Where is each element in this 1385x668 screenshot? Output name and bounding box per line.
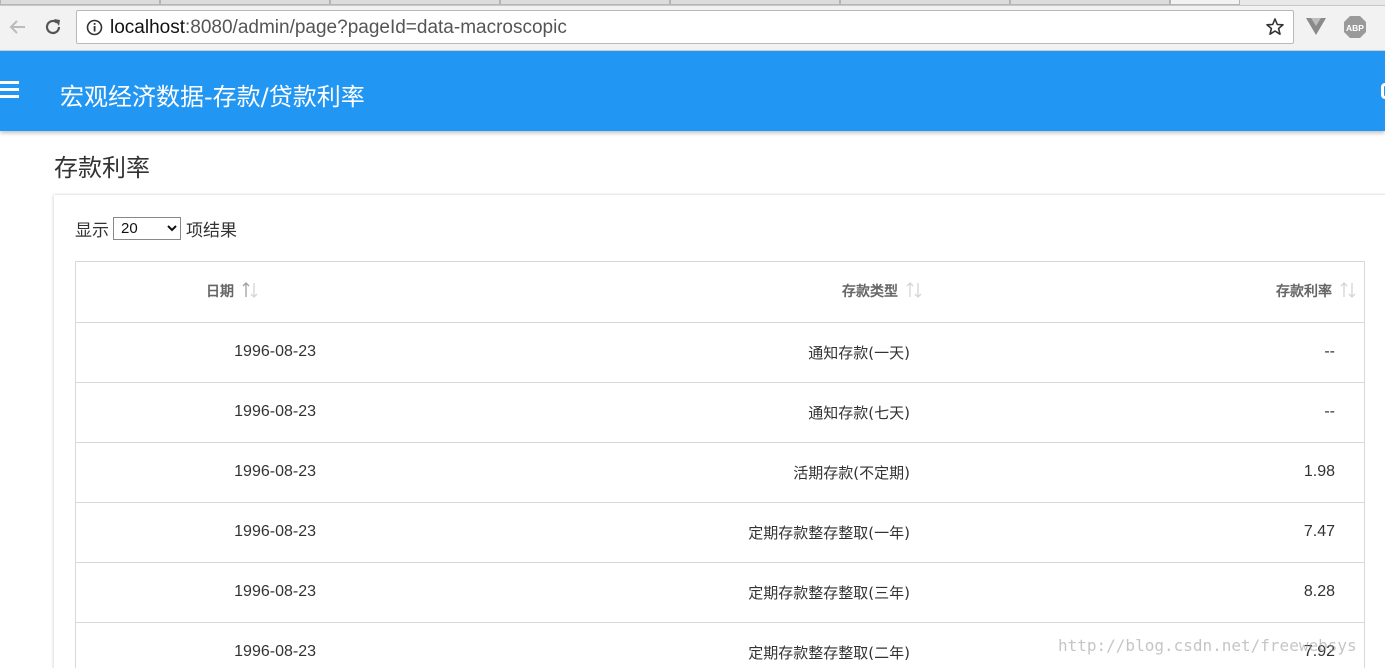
cell-deposit-type: 通知存款(一天): [316, 322, 1148, 383]
cell-date: 1996-08-23: [76, 442, 316, 503]
cell-deposit-rate: --: [1148, 322, 1364, 383]
cell-deposit-rate: 7.47: [1148, 502, 1364, 563]
browser-tab[interactable]: [670, 0, 840, 5]
header-right-icon[interactable]: [1381, 83, 1385, 99]
browser-tab[interactable]: [500, 0, 670, 5]
cell-deposit-type: 活期存款(不定期): [316, 442, 1148, 503]
length-prefix-label: 显示: [75, 221, 109, 241]
section-title: 存款利率: [54, 154, 150, 182]
deposit-rate-table: 日期 存款类型 存款利率 1996-08-23 通知存款(一天) -- 1996…: [75, 261, 1365, 668]
column-header-deposit-rate[interactable]: 存款利率: [1148, 262, 1364, 323]
sort-icon[interactable]: [240, 280, 260, 304]
cell-date: 1996-08-23: [76, 562, 316, 623]
cell-deposit-rate: --: [1148, 382, 1364, 443]
app-header: 宏观经济数据-存款/贷款利率: [0, 51, 1385, 131]
browser-tab[interactable]: [160, 0, 330, 5]
cell-date: 1996-08-23: [76, 322, 316, 383]
cell-deposit-rate: 8.28: [1148, 562, 1364, 623]
hamburger-menu-icon[interactable]: [0, 81, 19, 101]
browser-toolbar: localhost:8080/admin/page?pageId=data-ma…: [0, 6, 1385, 51]
browser-tab[interactable]: [0, 0, 160, 5]
cell-deposit-type: 定期存款整存整取(三年): [316, 562, 1148, 623]
table-row: 1996-08-23 通知存款(七天) --: [76, 382, 1364, 443]
svg-text:ABP: ABP: [1346, 23, 1364, 33]
column-header-deposit-type[interactable]: 存款类型: [316, 262, 1148, 323]
info-icon[interactable]: [86, 19, 103, 41]
address-bar[interactable]: localhost:8080/admin/page?pageId=data-ma…: [76, 10, 1294, 44]
table-header-row: 日期 存款类型 存款利率: [76, 262, 1364, 323]
cell-deposit-type: 定期存款整存整取(一年): [316, 502, 1148, 563]
url-text: localhost:8080/admin/page?pageId=data-ma…: [110, 17, 567, 38]
cell-date: 1996-08-23: [76, 382, 316, 443]
table-row: 1996-08-23 活期存款(不定期) 1.98: [76, 442, 1364, 503]
back-arrow-icon[interactable]: [5, 14, 31, 40]
table-row: 1996-08-23 定期存款整存整取(三年) 8.28: [76, 562, 1364, 623]
page-length-select[interactable]: 20: [113, 217, 181, 240]
page-header-title: 宏观经济数据-存款/贷款利率: [60, 83, 365, 111]
browser-tab[interactable]: [330, 0, 500, 5]
browser-tab[interactable]: [840, 0, 1010, 5]
browser-tab-active[interactable]: [1170, 0, 1240, 5]
sort-icon[interactable]: [1338, 280, 1358, 304]
page-length-control: 显示 20 项结果: [75, 216, 237, 241]
table-row: 1996-08-23 定期存款整存整取(一年) 7.47: [76, 502, 1364, 563]
cell-deposit-type: 通知存款(七天): [316, 382, 1148, 443]
star-icon[interactable]: [1265, 17, 1285, 42]
vuejs-extension-icon[interactable]: [1305, 16, 1327, 41]
cell-deposit-type: 定期存款整存整取(二年): [316, 622, 1148, 668]
sort-icon[interactable]: [904, 280, 924, 304]
browser-tab[interactable]: [1010, 0, 1170, 5]
watermark: http://blog.csdn.net/freewebsys: [1058, 636, 1357, 655]
reload-icon[interactable]: [40, 14, 66, 40]
cell-date: 1996-08-23: [76, 502, 316, 563]
table-row: 1996-08-23 通知存款(一天) --: [76, 322, 1364, 383]
adblock-extension-icon[interactable]: ABP: [1343, 15, 1367, 44]
column-header-date[interactable]: 日期: [76, 262, 316, 323]
cell-deposit-rate: 1.98: [1148, 442, 1364, 503]
length-suffix-label: 项结果: [186, 221, 237, 241]
cell-date: 1996-08-23: [76, 622, 316, 668]
